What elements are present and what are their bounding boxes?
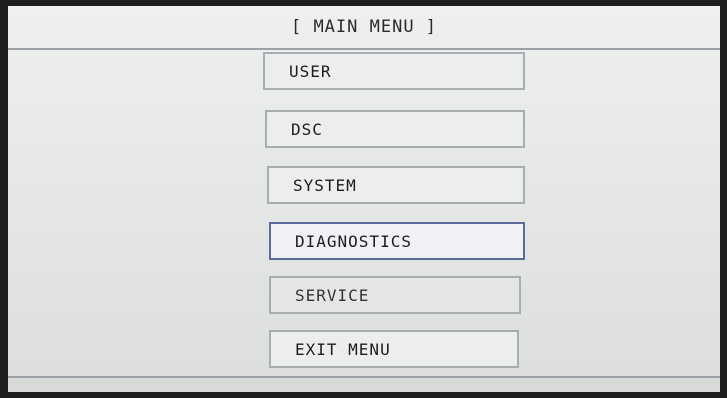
- touch-screen: [ MAIN MENU ] USER DSC SYSTEM DIAGNOSTIC…: [8, 6, 720, 392]
- menu-item-label: USER: [289, 61, 332, 81]
- device-bezel: [ MAIN MENU ] USER DSC SYSTEM DIAGNOSTIC…: [0, 0, 727, 398]
- menu-item-diagnostics[interactable]: DIAGNOSTICS: [269, 222, 525, 260]
- page-title: [ MAIN MENU ]: [290, 17, 438, 37]
- menu-item-user[interactable]: USER: [263, 52, 525, 90]
- status-bar: [8, 376, 720, 392]
- menu-item-dsc[interactable]: DSC: [265, 110, 525, 148]
- title-bar: [ MAIN MENU ]: [8, 6, 720, 50]
- menu-item-label: DSC: [291, 119, 323, 139]
- menu-item-service[interactable]: SERVICE: [269, 276, 521, 314]
- menu-item-label: SERVICE: [295, 285, 370, 305]
- menu-item-label: DIAGNOSTICS: [295, 231, 412, 251]
- menu-item-exit-menu[interactable]: EXIT MENU: [269, 330, 519, 368]
- menu-item-system[interactable]: SYSTEM: [267, 166, 525, 204]
- menu-item-label: EXIT MENU: [295, 339, 391, 359]
- menu-item-label: SYSTEM: [293, 175, 357, 195]
